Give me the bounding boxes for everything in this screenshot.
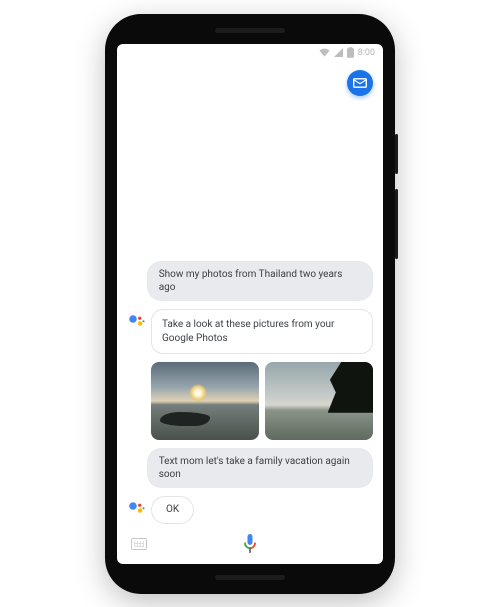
photo-results [127,362,373,440]
compose-button[interactable] [347,70,373,96]
phone-frame: 8:00 Show my photos from Thailand two ye… [105,14,395,594]
conversation: Show my photos from Thailand two years a… [117,62,383,524]
assistant-logo-icon [127,313,145,335]
user-message[interactable]: Show my photos from Thailand two years a… [147,261,373,301]
status-bar: 8:00 [117,44,383,62]
keyboard-icon[interactable] [131,538,147,550]
assistant-message: OK [151,496,194,524]
user-message[interactable]: Text mom let's take a family vacation ag… [147,448,373,488]
mic-icon [240,533,260,555]
status-time: 8:00 [358,48,375,58]
assistant-message: Take a look at these pictures from your … [151,309,373,354]
photo-thumbnail[interactable] [151,362,259,440]
assistant-logo-icon [127,500,145,522]
envelope-icon [353,78,367,88]
speaker-bottom [215,575,285,580]
assistant-reply: Take a look at these pictures from your … [127,309,373,354]
power-button [395,134,398,174]
assistant-reply: OK [127,496,373,524]
volume-button [395,189,398,259]
wifi-icon [319,48,330,57]
mic-button[interactable] [240,533,260,555]
cellular-icon [334,48,343,57]
battery-icon [347,47,354,58]
screen: 8:00 Show my photos from Thailand two ye… [117,44,383,564]
photo-thumbnail[interactable] [265,362,373,440]
input-bar [117,524,383,564]
speaker-top [215,28,285,33]
